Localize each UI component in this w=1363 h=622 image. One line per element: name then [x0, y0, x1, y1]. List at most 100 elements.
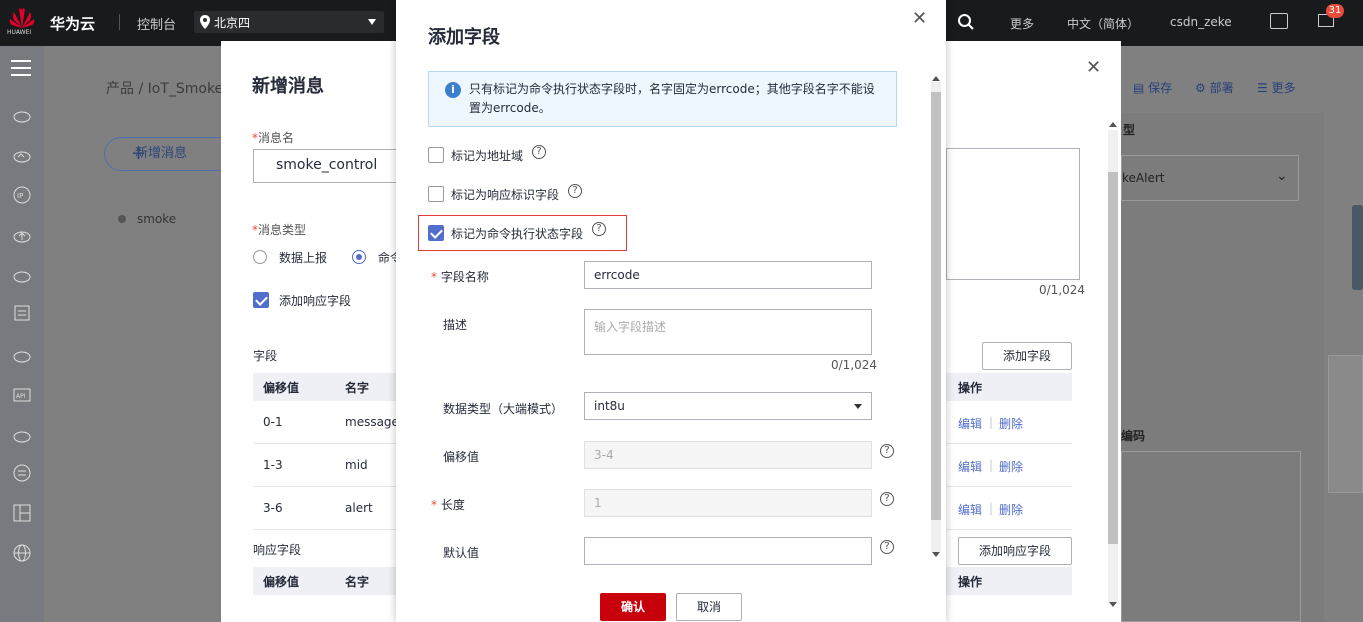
field-name-input[interactable]: errcode [584, 261, 872, 289]
language-select[interactable]: 中文（简体） [1067, 15, 1139, 32]
cloud-icon[interactable] [13, 346, 31, 364]
help-icon[interactable]: ? [880, 492, 894, 506]
panel-type-label: 型 [1123, 123, 1136, 137]
panel-code-label: 编码 [1121, 429, 1146, 443]
cloud-service-icon[interactable] [13, 106, 31, 124]
delete-link[interactable]: 删除 [999, 458, 1023, 475]
description-textarea[interactable]: 输入字段描述 [584, 309, 872, 355]
search-icon[interactable] [957, 13, 975, 31]
deploy-label: 部署 [1209, 81, 1234, 95]
divider: | [989, 415, 994, 429]
new-message-button[interactable]: 新增消息 [104, 137, 234, 171]
edit-link[interactable]: 编辑 [958, 415, 982, 432]
row-offset: 0-1 [263, 415, 283, 429]
cloud-dots-icon[interactable] [13, 266, 31, 284]
location-pin-icon [200, 15, 210, 29]
cancel-button[interactable]: 取消 [676, 593, 742, 621]
column-action: 操作 [958, 381, 983, 395]
side-panel: 型 keAlert ⌄ 编码 [1121, 113, 1324, 622]
add-response-label: 添加响应字段 [279, 294, 352, 308]
delete-link[interactable]: 删除 [999, 501, 1023, 518]
console-link[interactable]: 控制台 [137, 14, 176, 33]
save-label: 保存 [1148, 81, 1173, 95]
help-icon[interactable]: ? [532, 145, 546, 159]
chevron-down-icon [368, 19, 376, 25]
message-list-item[interactable]: smoke [137, 212, 176, 226]
brand-name[interactable]: 华为云 [50, 13, 95, 34]
help-icon[interactable]: ? [880, 540, 894, 554]
edit-link[interactable]: 编辑 [958, 458, 982, 475]
more-action[interactable]: ☰ 更多 [1257, 79, 1296, 96]
more-menu[interactable]: 更多 [1010, 15, 1034, 32]
description-textarea[interactable] [946, 148, 1080, 280]
length-label: * 长度 [431, 498, 465, 512]
help-icon[interactable]: ? [568, 184, 582, 198]
panel-select[interactable]: keAlert ⌄ [1121, 155, 1299, 201]
database-icon[interactable] [13, 464, 31, 482]
address-field-label: 标记为地址域 [451, 149, 524, 163]
address-field-checkbox[interactable] [428, 147, 444, 163]
save-action[interactable]: ▤ 保存 [1133, 79, 1172, 96]
scroll-up-icon[interactable] [932, 76, 940, 81]
confirm-button[interactable]: 确认 [600, 593, 666, 621]
info-text: 只有标记为命令执行状态字段时，名字固定为errcode；其他字段名字不能设置为e… [469, 82, 875, 115]
divider [119, 14, 120, 30]
panel-select-value: keAlert [1122, 171, 1165, 185]
default-value-label: 默认值 [443, 546, 480, 560]
datatype-select[interactable]: int8u [584, 392, 872, 420]
document-list-icon[interactable] [13, 304, 31, 322]
layout-icon[interactable] [13, 504, 31, 522]
globe-icon[interactable] [13, 544, 31, 562]
menu-icon[interactable] [11, 60, 31, 76]
radio-data-report-label: 数据上报 [279, 251, 328, 265]
help-icon[interactable]: ? [592, 222, 606, 236]
radio-command[interactable] [352, 250, 366, 264]
logo-text: HUAWEI [7, 29, 32, 36]
region-select[interactable]: 北京四 [194, 11, 384, 33]
close-icon[interactable]: ✕ [1086, 57, 1101, 78]
more-label: 更多 [1271, 81, 1296, 95]
cloud-monitor-icon[interactable] [13, 146, 31, 164]
add-response-checkbox[interactable] [253, 292, 269, 308]
add-field-dialog: 添加字段 ✕ i 只有标记为命令执行状态字段时，名字固定为errcode；其他字… [396, 0, 946, 622]
length-input: 1 [584, 489, 872, 517]
cloud-upload-icon[interactable] [13, 226, 31, 244]
scroll-thumb[interactable] [931, 92, 941, 520]
terminal-icon[interactable] [1270, 13, 1288, 29]
column-action: 操作 [958, 575, 983, 589]
delete-link[interactable]: 删除 [999, 415, 1023, 432]
row-name: mid [345, 458, 368, 472]
add-field-button[interactable]: 添加字段 [982, 342, 1072, 370]
svg-text:IP: IP [17, 192, 23, 200]
edit-link[interactable]: 编辑 [958, 501, 982, 518]
command-status-checkbox[interactable] [428, 225, 444, 241]
user-menu[interactable]: csdn_zeke [1170, 15, 1232, 29]
api-icon[interactable]: API [13, 386, 31, 404]
radio-data-report[interactable] [253, 250, 267, 264]
status-dot-icon [118, 215, 126, 223]
column-name: 名字 [345, 381, 370, 395]
scroll-down-icon[interactable] [1109, 602, 1117, 607]
response-id-checkbox[interactable] [428, 186, 444, 202]
ip-icon[interactable]: IP [13, 186, 31, 204]
help-icon[interactable]: ? [880, 444, 894, 458]
dialog-scrollbar[interactable] [929, 72, 942, 562]
info-icon: i [445, 82, 461, 98]
deploy-action[interactable]: ⚙ 部署 [1195, 79, 1234, 96]
close-icon[interactable]: ✕ [912, 8, 927, 29]
breadcrumb[interactable]: 产品 / IoT_Smoke [106, 78, 223, 98]
description-label: 描述 [443, 318, 468, 332]
scroll-thumb[interactable] [1108, 172, 1118, 544]
plus-icon: + [131, 143, 147, 164]
scroll-down-icon[interactable] [932, 552, 940, 557]
page-scrollbar[interactable] [1352, 205, 1363, 290]
dialog-scrollbar[interactable] [1106, 120, 1120, 612]
column-offset: 偏移值 [263, 381, 300, 395]
add-response-field-button[interactable]: 添加响应字段 [958, 537, 1072, 565]
dialog-title: 添加字段 [428, 27, 500, 48]
scroll-up-icon[interactable] [1109, 122, 1117, 127]
panel-code-area[interactable] [1121, 451, 1301, 622]
cloud-more-icon[interactable] [13, 426, 31, 444]
default-value-input[interactable] [584, 537, 872, 565]
notification-badge: 31 [1326, 4, 1344, 18]
